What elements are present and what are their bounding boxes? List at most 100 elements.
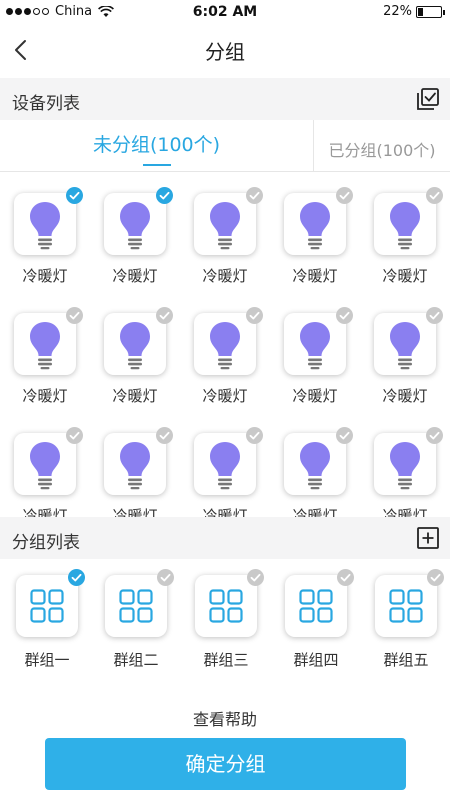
device-section-header: 设备列表 (0, 78, 450, 120)
device-item[interactable]: 冷暖灯 (278, 413, 358, 517)
confirm-group-button[interactable]: 确定分组 (45, 738, 406, 790)
device-name: 冷暖灯 (202, 387, 248, 405)
device-item[interactable]: 冷暖灯 (98, 293, 178, 409)
device-name: 冷暖灯 (382, 267, 428, 285)
device-name: 冷暖灯 (112, 267, 158, 285)
plus-square-icon[interactable] (416, 526, 440, 550)
grid-icon (209, 589, 243, 623)
group-item[interactable]: 群组五 (369, 559, 449, 669)
device-section-label: 设备列表 (12, 94, 80, 114)
device-item[interactable]: 冷暖灯 (368, 413, 448, 517)
device-item[interactable]: 冷暖灯 (278, 173, 358, 289)
check-circle-icon[interactable] (426, 427, 443, 444)
device-item[interactable]: 冷暖灯 (98, 173, 178, 289)
bulb-icon (390, 322, 420, 370)
check-circle-icon[interactable] (246, 427, 263, 444)
check-circle-icon[interactable] (426, 307, 443, 324)
battery-percent: 22% (383, 4, 412, 19)
grid-icon (119, 589, 153, 623)
bulb-icon (30, 202, 60, 250)
status-bar: China 6:02 AM 22% (0, 0, 450, 24)
device-name: 冷暖灯 (22, 507, 68, 517)
bulb-icon (30, 322, 60, 370)
grid-icon (30, 589, 64, 623)
check-circle-icon[interactable] (156, 307, 173, 324)
device-name: 冷暖灯 (382, 387, 428, 405)
bulb-icon (120, 322, 150, 370)
device-name: 冷暖灯 (22, 387, 68, 405)
device-name: 冷暖灯 (112, 387, 158, 405)
bulb-icon (210, 442, 240, 490)
device-name: 冷暖灯 (22, 267, 68, 285)
tab-indicator (143, 164, 171, 166)
bulb-icon (390, 442, 420, 490)
check-circle-icon[interactable] (156, 427, 173, 444)
battery-icon (416, 5, 445, 18)
device-name: 冷暖灯 (382, 507, 428, 517)
check-circle-icon[interactable] (426, 187, 443, 204)
check-circle-icon[interactable] (336, 307, 353, 324)
device-item[interactable]: 冷暖灯 (188, 413, 268, 517)
device-item[interactable]: 冷暖灯 (8, 413, 88, 517)
check-circle-icon[interactable] (337, 569, 354, 586)
group-name: 群组五 (383, 651, 429, 669)
nav-bar: 分组 (0, 24, 450, 76)
tab-ungrouped-label: 未分组(100个) (92, 134, 221, 156)
tab-ungrouped[interactable]: 未分组(100个) (0, 120, 313, 172)
bulb-icon (300, 322, 330, 370)
bulb-icon (300, 202, 330, 250)
page-title: 分组 (205, 40, 245, 64)
help-link[interactable]: 查看帮助 (0, 706, 450, 730)
device-item[interactable]: 冷暖灯 (278, 293, 358, 409)
check-circle-icon[interactable] (66, 307, 83, 324)
group-status-tabs: 未分组(100个) 已分组(100个) (0, 120, 450, 172)
group-name: 群组三 (203, 651, 249, 669)
device-item[interactable]: 冷暖灯 (368, 293, 448, 409)
bulb-icon (210, 322, 240, 370)
bulb-icon (120, 202, 150, 250)
device-name: 冷暖灯 (112, 507, 158, 517)
check-circle-icon[interactable] (427, 569, 444, 586)
check-circle-icon[interactable] (157, 569, 174, 586)
status-right: 22% (383, 4, 445, 19)
bulb-icon (300, 442, 330, 490)
device-item[interactable]: 冷暖灯 (368, 173, 448, 289)
bulb-icon (30, 442, 60, 490)
check-circle-icon[interactable] (246, 187, 263, 204)
device-item[interactable]: 冷暖灯 (8, 173, 88, 289)
device-name: 冷暖灯 (292, 267, 338, 285)
device-item[interactable]: 冷暖灯 (188, 293, 268, 409)
device-item[interactable]: 冷暖灯 (188, 173, 268, 289)
group-item[interactable]: 群组四 (279, 559, 359, 669)
check-circle-icon[interactable] (66, 427, 83, 444)
device-name: 冷暖灯 (292, 387, 338, 405)
bulb-icon (120, 442, 150, 490)
device-item[interactable]: 冷暖灯 (8, 293, 88, 409)
device-name: 冷暖灯 (202, 507, 248, 517)
check-circle-icon[interactable] (68, 569, 85, 586)
check-circle-icon[interactable] (247, 569, 264, 586)
group-name: 群组一 (24, 651, 70, 669)
bulb-icon (390, 202, 420, 250)
device-name: 冷暖灯 (292, 507, 338, 517)
check-circle-icon[interactable] (246, 307, 263, 324)
grid-icon (299, 589, 333, 623)
group-name: 群组二 (113, 651, 159, 669)
device-name: 冷暖灯 (202, 267, 248, 285)
device-item[interactable]: 冷暖灯 (98, 413, 178, 517)
tab-grouped[interactable]: 已分组(100个) (314, 120, 450, 172)
group-item[interactable]: 群组二 (99, 559, 179, 669)
multi-select-icon[interactable] (416, 87, 440, 111)
bulb-icon (210, 202, 240, 250)
device-grid[interactable]: 冷暖灯 冷暖灯 冷暖灯 冷暖灯 冷暖灯 冷暖灯 冷暖灯 冷暖灯 冷暖灯 冷暖灯 冷暖灯 冷暖灯 冷暖灯冷… (0, 173, 450, 517)
group-section-label: 分组列表 (12, 533, 80, 553)
check-circle-icon[interactable] (66, 187, 83, 204)
check-circle-icon[interactable] (336, 427, 353, 444)
tab-grouped-label: 已分组(100个) (328, 141, 436, 160)
check-circle-icon[interactable] (156, 187, 173, 204)
check-circle-icon[interactable] (336, 187, 353, 204)
group-grid: 群组一 群组二 群组三 群组四 群组五 (0, 559, 450, 679)
group-item[interactable]: 群组一 (10, 559, 90, 669)
group-name: 群组四 (293, 651, 339, 669)
group-item[interactable]: 群组三 (189, 559, 269, 669)
